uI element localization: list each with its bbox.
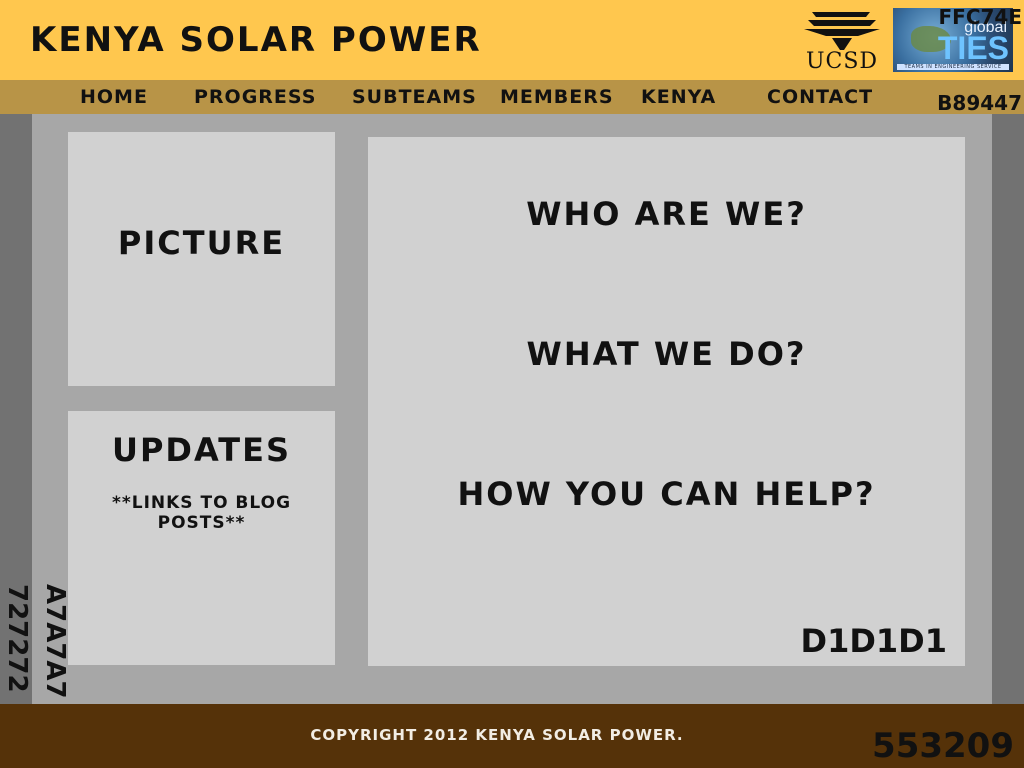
ucsd-logo-text: UCSD: [805, 49, 879, 74]
site-footer: Copyright 2012 Kenya Solar Power. 553209: [0, 704, 1024, 768]
nav-item-kenya[interactable]: Kenya: [641, 84, 716, 110]
blog-links-placeholder[interactable]: **Links to blog posts**: [68, 493, 335, 533]
side-inner-color-tag: A7A7A7: [40, 584, 70, 699]
main-content-panel: Who are we? What we do? How you can help…: [368, 137, 965, 666]
updates-panel: Updates **Links to blog posts**: [68, 411, 335, 665]
ucsd-emblem-icon: [804, 12, 880, 50]
main-panel-color-tag: D1D1D1: [800, 622, 947, 660]
header-color-tag: FFC74E: [938, 5, 1023, 29]
picture-panel: Picture: [68, 132, 335, 386]
nav-item-contact[interactable]: Contact: [767, 84, 873, 110]
nav-item-home[interactable]: Home: [80, 84, 148, 110]
ties-logo-tagline: TEAMS IN ENGINEERING SERVICE: [897, 64, 1009, 70]
what-we-do-heading: What we do?: [526, 335, 807, 373]
site-title[interactable]: Kenya Solar Power: [30, 20, 482, 60]
how-you-can-help-heading: How you can help?: [457, 475, 876, 513]
footer-color-tag: 553209: [872, 726, 1014, 766]
nav-item-subteams[interactable]: Subteams: [352, 84, 477, 110]
updates-heading: Updates: [111, 431, 291, 469]
who-are-we-heading: Who are we?: [526, 195, 807, 233]
ucsd-logo[interactable]: UCSD: [798, 8, 886, 74]
copyright-text: Copyright 2012 Kenya Solar Power.: [310, 726, 684, 744]
site-header: Kenya Solar Power UCSD global TIES TEAMS…: [0, 0, 1024, 80]
nav-item-members[interactable]: Members: [500, 84, 614, 110]
nav-color-tag: B89447: [937, 91, 1022, 115]
picture-heading: Picture: [117, 224, 286, 262]
main-nav: Home Progress Subteams Members Kenya Con…: [0, 80, 1024, 114]
ties-logo-name: TIES: [937, 30, 1009, 66]
side-outer-color-tag: 727272: [2, 584, 32, 693]
nav-item-progress[interactable]: Progress: [194, 84, 316, 110]
